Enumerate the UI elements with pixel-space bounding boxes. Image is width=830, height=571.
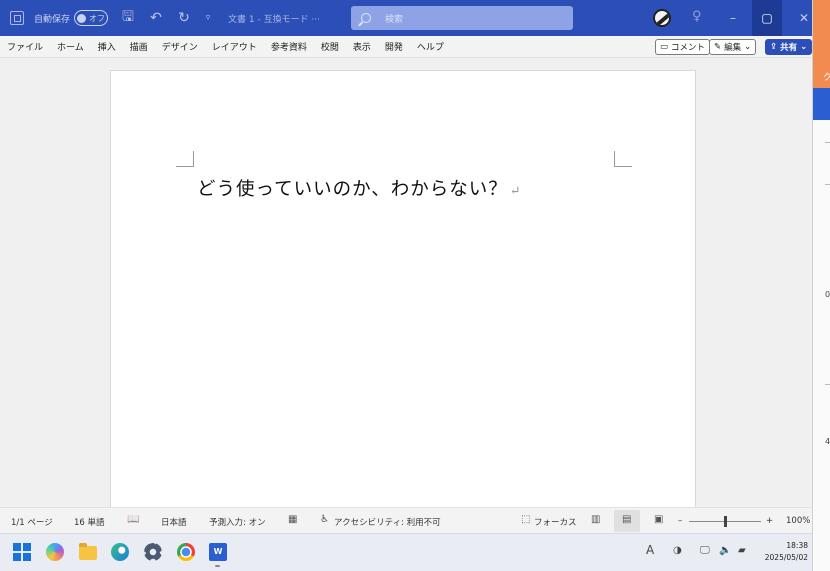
network-icon[interactable]: 🖵 — [700, 545, 710, 556]
language-status[interactable]: 日本語 — [161, 516, 187, 528]
customize-toolbar-icon[interactable]: ▿ — [200, 13, 216, 23]
system-clock[interactable]: 18:38 2025/05/02 — [762, 540, 808, 564]
tab-insert[interactable]: 挿入 — [98, 40, 116, 53]
save-icon[interactable]: 🖫 — [120, 6, 136, 30]
zoom-out-button[interactable]: – — [678, 516, 682, 526]
tab-design[interactable]: デザイン — [162, 40, 198, 53]
chevron-down-icon: ⌄ — [744, 42, 752, 52]
share-label: 共有 — [780, 43, 798, 53]
tab-review[interactable]: 校閲 — [321, 40, 339, 53]
body-text: どう使っていいのか、わからない？ — [197, 179, 508, 200]
tab-layout[interactable]: レイアウト — [212, 40, 257, 53]
clock-date: 2025/05/02 — [764, 553, 808, 562]
autosave-label: 自動保存 — [34, 14, 71, 25]
crop-mark-top-right — [614, 151, 632, 167]
document-canvas: どう使っていいのか、わからない？ ↵ — [0, 58, 812, 507]
predictive-input-status[interactable]: 予測入力: オン — [209, 516, 266, 528]
status-bar: 1/1 ページ 16 単語 📖 日本語 予測入力: オン ▦ ♿ アクセシビリテ… — [0, 507, 812, 533]
focus-mode-button[interactable]: フォーカス — [534, 516, 577, 528]
document-title: 文書 1 - 互換モード ··· — [228, 14, 321, 25]
chrome-browser-icon[interactable] — [177, 543, 195, 561]
background-panel — [813, 88, 830, 120]
divider — [825, 142, 830, 143]
share-icon: ⇪ — [770, 42, 778, 52]
accessibility-icon: ♿ — [320, 514, 329, 525]
edit-label: 編集 — [724, 43, 742, 53]
document-page[interactable]: どう使っていいのか、わからない？ ↵ — [110, 70, 696, 507]
search-box[interactable]: 検索 — [351, 6, 573, 30]
divider — [825, 184, 830, 185]
settings-icon[interactable] — [144, 543, 162, 561]
document-body-text[interactable]: どう使っていいのか、わからない？ ↵ — [197, 175, 522, 201]
taskbar: W A ◑ 🖵 🔈 ▰ 18:38 2025/05/02 — [0, 533, 812, 571]
background-header: ク — [813, 0, 830, 88]
minimize-button[interactable]: – — [718, 0, 748, 36]
tab-home[interactable]: ホーム — [57, 40, 84, 53]
undo-icon[interactable]: ↶ — [148, 10, 164, 26]
account-avatar[interactable] — [653, 9, 671, 27]
zoom-in-button[interactable]: + — [766, 516, 773, 526]
redo-icon[interactable]: ↻ — [176, 10, 192, 26]
search-placeholder: 検索 — [385, 14, 404, 25]
clock-time: 18:38 — [786, 541, 808, 550]
comment-icon: ▭ — [660, 42, 669, 52]
web-layout-icon[interactable]: ▣ — [654, 514, 663, 525]
divider — [825, 384, 830, 385]
ribbon-tabs: ファイル ホーム 挿入 描画 デザイン レイアウト 参考資料 校閲 表示 開発 … — [0, 36, 813, 58]
volume-icon[interactable]: 🔈 — [719, 545, 731, 556]
edge-browser-icon[interactable] — [111, 543, 129, 561]
chevron-down-icon: ⌄ — [800, 42, 808, 52]
zoom-level[interactable]: 100% — [786, 516, 810, 526]
search-icon — [361, 13, 371, 23]
ime-icon[interactable]: ◑ — [673, 545, 682, 556]
page-count[interactable]: 1/1 ページ — [11, 516, 53, 528]
editing-mode-button[interactable]: ✎ 編集 ⌄ — [709, 39, 757, 55]
pencil-icon: ✎ — [714, 42, 722, 52]
share-button[interactable]: ⇪ 共有 ⌄ — [765, 39, 813, 55]
print-layout-icon[interactable]: ▤ — [622, 514, 631, 525]
app-menu-icon[interactable] — [10, 11, 24, 25]
zoom-slider-thumb[interactable] — [724, 516, 727, 527]
ime-mode-indicator[interactable]: A — [646, 543, 654, 557]
word-count[interactable]: 16 単語 — [74, 516, 105, 528]
tab-file[interactable]: ファイル — [7, 40, 43, 53]
background-text: 0: — [825, 290, 830, 299]
start-button-icon[interactable] — [13, 543, 31, 561]
focus-icon: ⬚ — [521, 514, 531, 525]
lightbulb-icon[interactable]: ♀ — [692, 9, 702, 24]
read-mode-icon[interactable]: ▥ — [591, 514, 600, 525]
tab-developer[interactable]: 開発 — [385, 40, 403, 53]
autosave-state: オフ — [89, 13, 106, 23]
copilot-icon[interactable] — [46, 543, 64, 561]
background-text: 45 — [825, 437, 830, 446]
proofing-icon[interactable]: 📖 — [127, 514, 139, 525]
accessibility-status[interactable]: アクセシビリティ: 利用不可 — [334, 516, 441, 528]
comment-label: コメント — [671, 43, 706, 53]
crop-mark-top-left — [176, 151, 194, 167]
background-edge-char: ク — [823, 70, 830, 83]
tab-help[interactable]: ヘルプ — [417, 40, 444, 53]
toggle-knob — [77, 13, 87, 23]
word-app-icon[interactable]: W — [209, 543, 227, 561]
tab-references[interactable]: 参考資料 — [271, 40, 307, 53]
background-window-edge: ク 0: 45 — [812, 0, 830, 571]
tab-view[interactable]: 表示 — [353, 40, 371, 53]
track-changes-icon[interactable]: ▦ — [288, 514, 297, 525]
paragraph-mark: ↵ — [509, 184, 522, 199]
tab-draw[interactable]: 描画 — [130, 40, 148, 53]
file-explorer-icon[interactable] — [79, 543, 97, 560]
comment-button[interactable]: ▭ コメント — [655, 39, 711, 55]
autosave-toggle[interactable]: オフ — [74, 10, 109, 26]
active-app-indicator — [215, 565, 220, 567]
restore-button[interactable]: ▢ — [752, 0, 782, 36]
battery-icon[interactable]: ▰ — [738, 545, 746, 556]
